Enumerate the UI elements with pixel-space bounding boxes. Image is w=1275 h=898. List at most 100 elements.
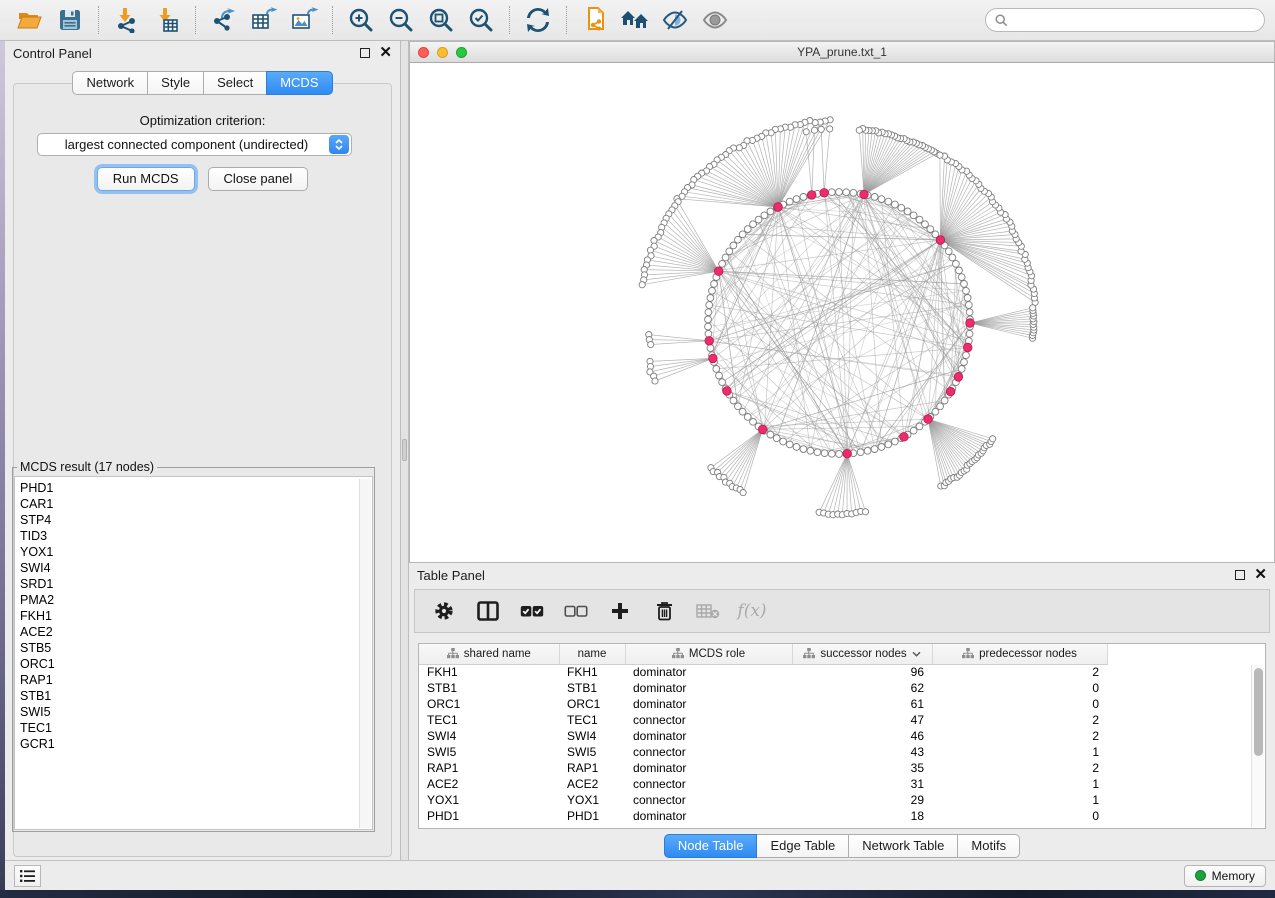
mcds-hub-node[interactable]: [705, 337, 714, 346]
network-node[interactable]: [836, 451, 843, 458]
refresh-network-icon[interactable]: [518, 4, 558, 36]
network-node[interactable]: [966, 330, 973, 337]
tab-node-table[interactable]: Node Table: [664, 834, 758, 858]
delete-column-icon[interactable]: [649, 596, 679, 626]
network-node[interactable]: [767, 431, 774, 438]
table-scrollbar-thumb[interactable]: [1254, 668, 1263, 756]
network-node[interactable]: [722, 254, 729, 261]
network-node[interactable]: [705, 316, 712, 323]
mcds-hub-node[interactable]: [963, 343, 972, 352]
zoom-selected-icon[interactable]: [461, 4, 501, 36]
leaf-node[interactable]: [862, 509, 868, 515]
network-node[interactable]: [927, 226, 934, 233]
network-node[interactable]: [706, 302, 713, 309]
network-node[interactable]: [726, 248, 733, 255]
network-node[interactable]: [857, 449, 864, 456]
mcds-hub-node[interactable]: [860, 190, 869, 199]
tab-edge-table[interactable]: Edge Table: [756, 834, 849, 858]
network-node[interactable]: [730, 397, 737, 404]
mcds-result-item[interactable]: ACE2: [20, 624, 372, 640]
network-node[interactable]: [761, 212, 768, 219]
splitter-grip[interactable]: [402, 439, 407, 461]
network-node[interactable]: [956, 267, 963, 274]
mcds-result-item[interactable]: PHD1: [20, 480, 372, 496]
network-node[interactable]: [958, 274, 965, 281]
network-node[interactable]: [739, 408, 746, 415]
mcds-hub-node[interactable]: [946, 387, 955, 396]
vertical-splitter[interactable]: [400, 41, 409, 860]
mcds-result-item[interactable]: STP4: [20, 512, 372, 528]
mcds-result-item[interactable]: ORC1: [20, 656, 372, 672]
mcds-result-item[interactable]: STB1: [20, 688, 372, 704]
network-node[interactable]: [941, 397, 948, 404]
table-row[interactable]: TEC1TEC1connector472: [419, 712, 1107, 728]
network-node[interactable]: [910, 427, 917, 434]
mcds-result-item[interactable]: FKH1: [20, 608, 372, 624]
delete-table-icon[interactable]: [693, 596, 723, 626]
mcds-hub-node[interactable]: [924, 415, 933, 424]
mcds-result-item[interactable]: SWI4: [20, 560, 372, 576]
table-scrollbar[interactable]: [1251, 665, 1264, 827]
network-node[interactable]: [964, 295, 971, 302]
mcds-result-list[interactable]: PHD1CAR1STP4TID3YOX1SWI4SRD1PMA2FKH1ACE2…: [14, 476, 373, 830]
network-node[interactable]: [910, 212, 917, 219]
column-header-MCDS-role[interactable]: MCDS role: [625, 644, 792, 664]
import-network-icon[interactable]: [107, 4, 147, 36]
float-panel-icon[interactable]: [360, 48, 370, 58]
tab-style[interactable]: Style: [147, 71, 204, 95]
network-node[interactable]: [716, 372, 723, 379]
mcds-result-item[interactable]: RAP1: [20, 672, 372, 688]
leaf-node[interactable]: [818, 126, 824, 132]
network-node[interactable]: [953, 260, 960, 267]
network-node[interactable]: [705, 323, 712, 330]
table-row[interactable]: ACE2ACE2connector311: [419, 776, 1107, 792]
mcds-hub-node[interactable]: [808, 191, 817, 200]
run-mcds-button[interactable]: Run MCDS: [97, 167, 195, 191]
memory-button[interactable]: Memory: [1184, 865, 1266, 887]
column-header-predecessor-nodes[interactable]: predecessor nodes: [932, 644, 1107, 664]
column-header-name[interactable]: name: [559, 644, 625, 664]
mcds-result-item[interactable]: YOX1: [20, 544, 372, 560]
leaf-node[interactable]: [827, 126, 833, 132]
tab-network[interactable]: Network: [72, 71, 148, 95]
leaf-node[interactable]: [1030, 305, 1036, 311]
network-node[interactable]: [871, 446, 878, 453]
mcds-result-item[interactable]: SRD1: [20, 576, 372, 592]
network-node[interactable]: [744, 414, 751, 421]
deselect-all-icon[interactable]: [561, 596, 591, 626]
mcds-hub-node[interactable]: [954, 373, 963, 382]
table-row[interactable]: STB1STB1dominator620: [419, 680, 1107, 696]
network-node[interactable]: [773, 435, 780, 442]
network-node[interactable]: [786, 198, 793, 205]
network-node[interactable]: [713, 366, 720, 373]
leaf-node[interactable]: [811, 127, 817, 133]
network-node[interactable]: [898, 204, 905, 211]
criterion-dropdown[interactable]: largest connected component (undirected): [37, 133, 352, 156]
close-table-panel-icon[interactable]: ✕: [1254, 570, 1267, 580]
add-column-icon[interactable]: [605, 596, 635, 626]
leaf-node[interactable]: [856, 127, 862, 133]
network-node[interactable]: [730, 242, 737, 249]
open-folder-icon[interactable]: [10, 4, 50, 36]
network-node[interactable]: [807, 447, 814, 454]
network-node[interactable]: [963, 352, 970, 359]
leaf-node[interactable]: [648, 341, 654, 347]
table-row[interactable]: SWI5SWI5connector431: [419, 744, 1107, 760]
mcds-hub-node[interactable]: [820, 189, 829, 198]
network-node[interactable]: [961, 359, 968, 366]
leaf-node[interactable]: [803, 129, 809, 135]
mcds-result-item[interactable]: SWI5: [20, 704, 372, 720]
mcds-hub-node[interactable]: [900, 433, 909, 442]
network-node[interactable]: [949, 254, 956, 261]
settings-gear-icon[interactable]: [429, 596, 459, 626]
export-table-icon[interactable]: [244, 4, 284, 36]
network-node[interactable]: [828, 450, 835, 457]
leaf-node[interactable]: [937, 152, 943, 158]
close-panel-button[interactable]: Close panel: [208, 167, 309, 191]
mcds-result-item[interactable]: GCR1: [20, 736, 372, 752]
mcds-result-item[interactable]: PMA2: [20, 592, 372, 608]
network-node[interactable]: [966, 309, 973, 316]
table-row[interactable]: ORC1ORC1dominator610: [419, 696, 1107, 712]
network-node[interactable]: [821, 450, 828, 457]
save-icon[interactable]: [50, 4, 90, 36]
